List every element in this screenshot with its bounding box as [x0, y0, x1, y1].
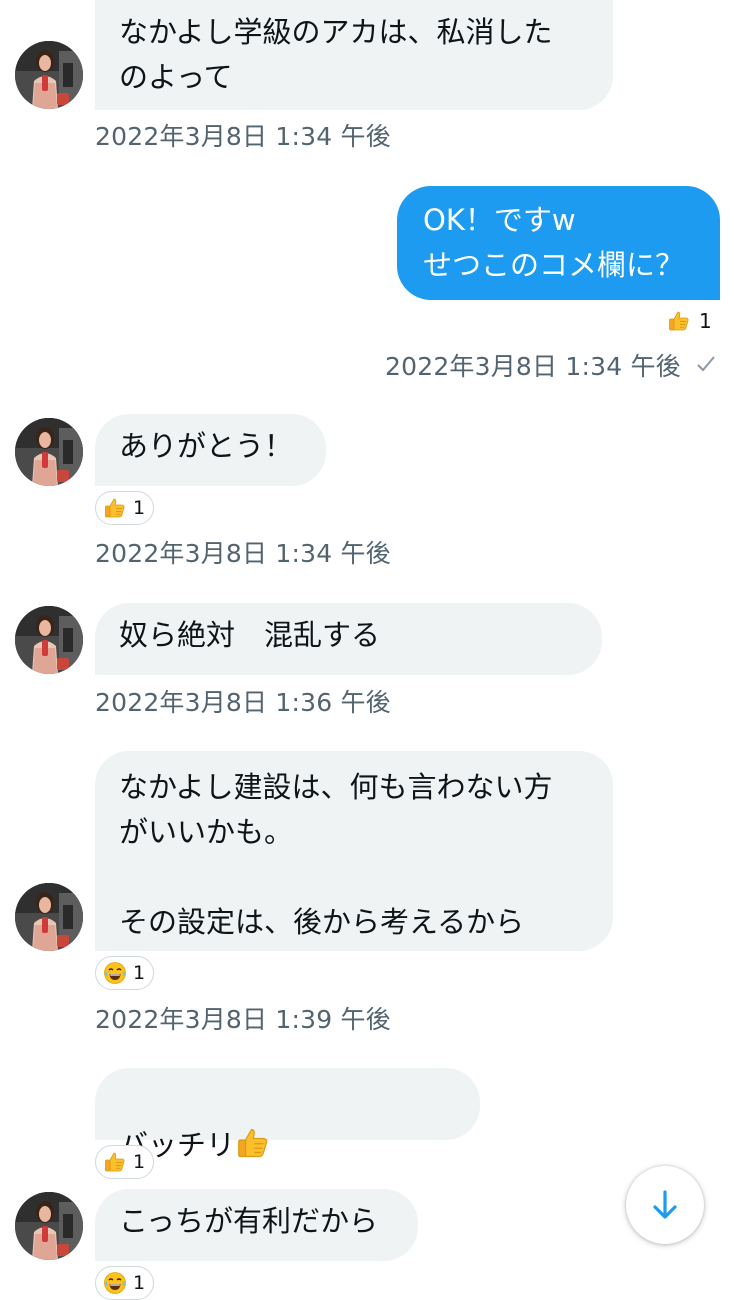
message-bubble[interactable]: バッチリ — [95, 1068, 480, 1162]
avatar[interactable] — [15, 1192, 83, 1260]
avatar[interactable] — [15, 883, 83, 951]
message-bubble[interactable]: OK！ですw せつこのコメ欄に？ — [397, 186, 720, 300]
laughing-emoji-icon — [103, 961, 127, 985]
message-bubble[interactable]: ありがとう！ — [95, 414, 326, 486]
message-timestamp: 2022年3月8日 1:39 午後 — [95, 1005, 391, 1034]
reaction-count: 1 — [133, 962, 146, 984]
arrow-down-icon — [653, 1190, 677, 1219]
message-timestamp: 2022年3月8日 1:36 午後 — [95, 688, 391, 717]
message-bubble[interactable]: 奴ら絶対 混乱する — [95, 603, 602, 675]
avatar[interactable] — [15, 418, 83, 486]
scroll-to-bottom-button[interactable] — [626, 1166, 704, 1244]
reaction[interactable]: 1 — [667, 309, 712, 333]
message-timestamp: 2022年3月8日 1:34 午後 — [95, 122, 391, 151]
reaction-count: 1 — [133, 1151, 146, 1173]
message-timestamp: 2022年3月8日 1:34 午後 — [385, 352, 681, 381]
reaction-count: 1 — [133, 497, 146, 519]
reaction[interactable]: 1 — [95, 1266, 155, 1300]
laughing-emoji-icon — [103, 1271, 127, 1295]
reaction-count: 1 — [699, 309, 712, 333]
thumbs-up-icon — [667, 309, 691, 333]
reaction[interactable]: 1 — [95, 956, 155, 990]
reaction-count: 1 — [133, 1272, 146, 1294]
avatar[interactable] — [15, 41, 83, 109]
message-bubble[interactable]: なかよし学級のアカは、私消した のよって — [95, 0, 613, 110]
reaction[interactable]: 1 — [95, 491, 155, 525]
message-bubble[interactable]: なかよし建設は、何も言わない方 がいいかも。 その設定は、後から考えるから — [95, 751, 613, 951]
thumbs-up-icon — [235, 1125, 271, 1161]
message-timestamp: 2022年3月8日 1:34 午後 — [95, 539, 391, 568]
avatar[interactable] — [15, 606, 83, 674]
thumbs-up-icon — [103, 496, 127, 520]
checkmark-icon — [697, 356, 715, 372]
thumbs-up-icon — [103, 1150, 127, 1174]
message-bubble[interactable]: こっちが有利だから — [95, 1189, 418, 1261]
reaction[interactable]: 1 — [95, 1145, 155, 1179]
